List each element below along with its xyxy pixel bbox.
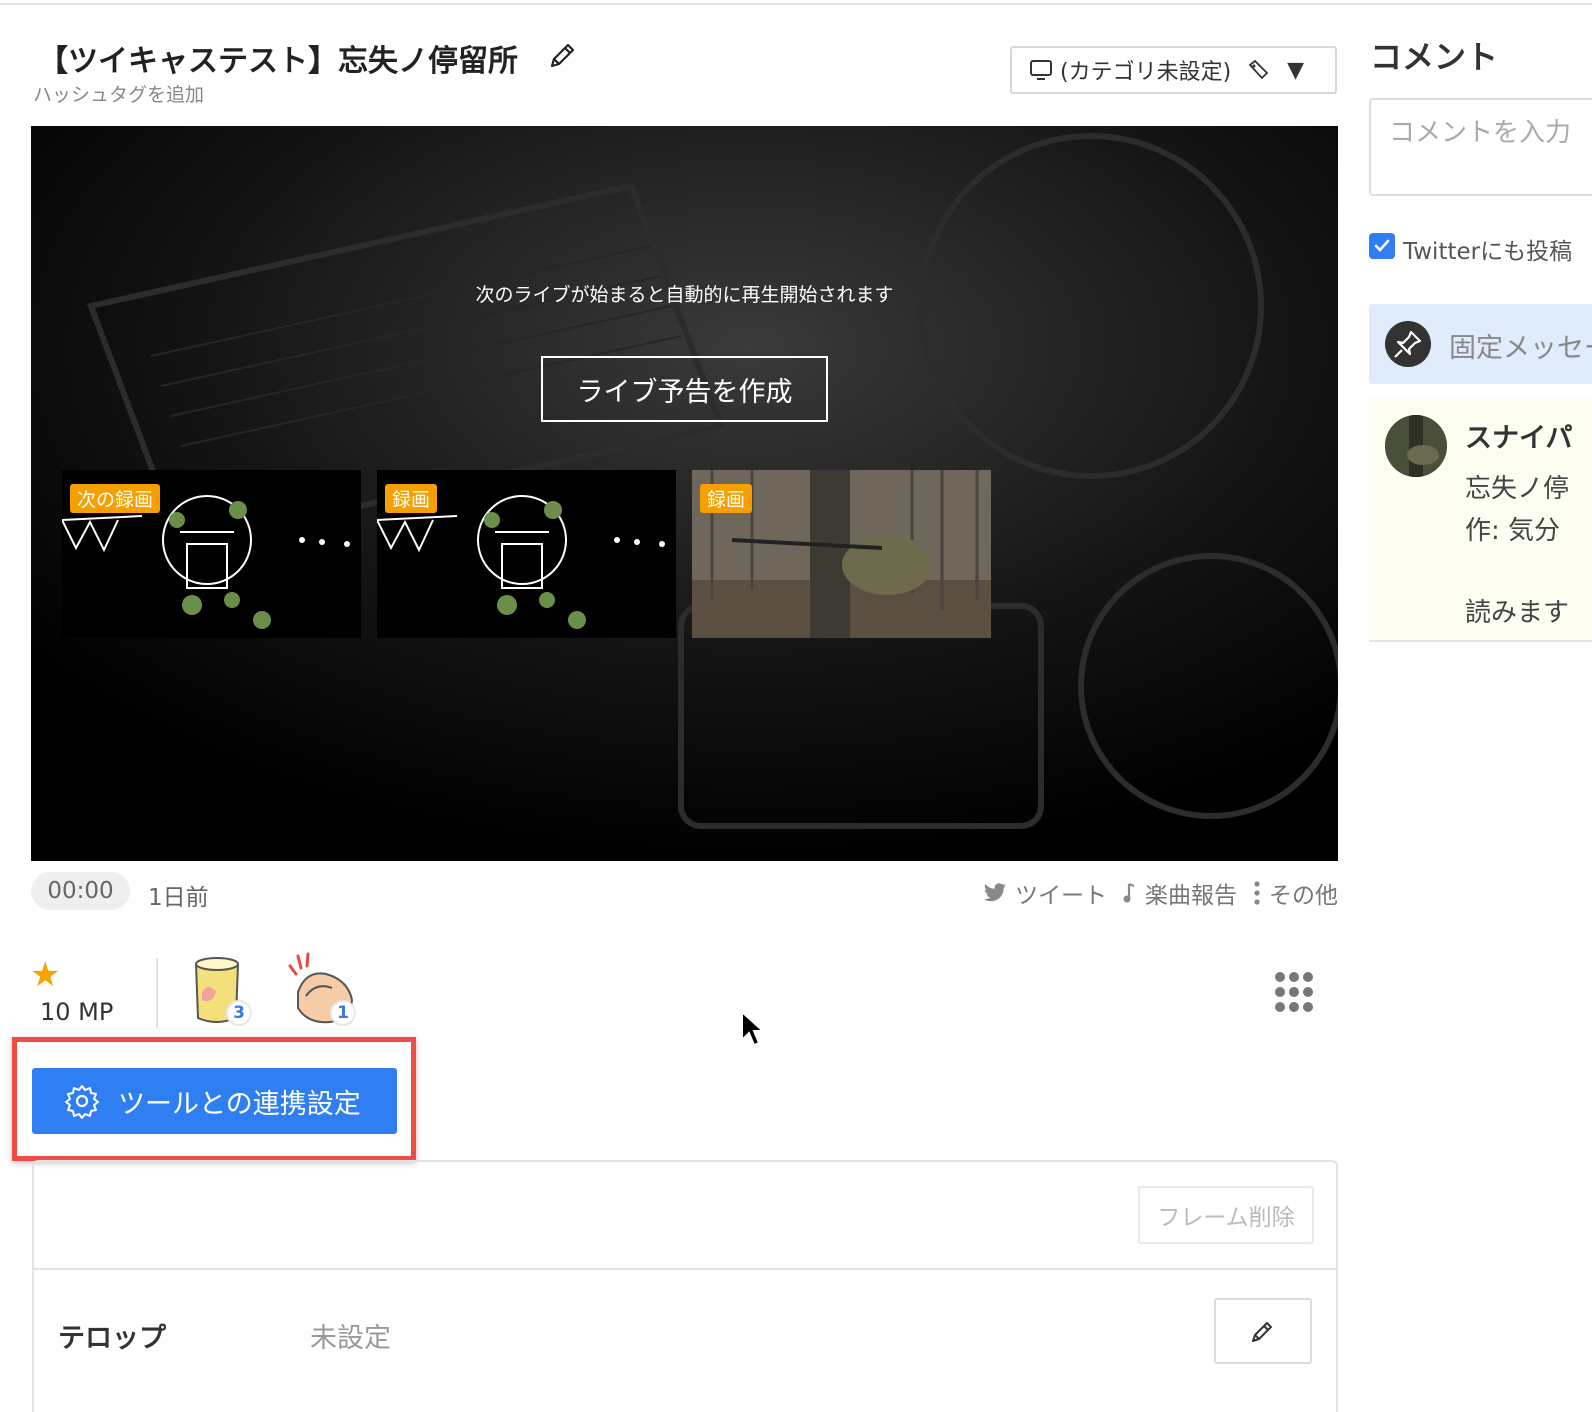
tweet-link[interactable]: ツイート: [983, 876, 1107, 910]
comment-text-line: 忘失ノ停: [1465, 474, 1570, 504]
recording-thumbnail[interactable]: 録画: [377, 470, 676, 638]
pinned-message-label: 固定メッセージ: [1449, 333, 1592, 364]
avatar[interactable]: [1385, 415, 1447, 477]
stream-meta-row: 00:00 1日前 ツイート 楽曲報告 その他: [31, 872, 1338, 912]
thumbnail-tag: 録画: [385, 484, 438, 513]
telop-label: テロップ: [58, 1323, 166, 1354]
comment-item: スナイパ 忘失ノ停 作: 気分 読みます: [1369, 398, 1592, 642]
twitter-post-label[interactable]: Twitterにも投稿: [1403, 232, 1572, 266]
comment-text-line: 読みます: [1465, 598, 1570, 628]
frame-delete-button[interactable]: フレーム削除: [1138, 1186, 1314, 1244]
gear-icon: [65, 1085, 99, 1119]
pin-avatar: [1385, 321, 1431, 367]
tool-integration-settings-button[interactable]: ツールとの連携設定: [32, 1068, 397, 1134]
monitor-icon: [1030, 60, 1052, 80]
comment-text-line: 作: 気分: [1465, 516, 1561, 546]
auto-play-message: 次のライブが始まると自動的に再生開始されます: [475, 284, 894, 306]
gift-item[interactable]: 1: [286, 952, 358, 1030]
frame-telop-panel: フレーム削除 テロップ 未設定: [32, 1160, 1338, 1412]
avatar-image: [1385, 415, 1447, 477]
recording-thumbnail[interactable]: 次の録画: [62, 470, 361, 638]
thumbnail-tag: 録画: [700, 484, 753, 513]
telop-edit-button[interactable]: [1214, 1298, 1312, 1364]
create-live-preview-button[interactable]: ライブ予告を作成: [541, 356, 828, 422]
grid-menu-icon[interactable]: [1272, 970, 1316, 1014]
panel-divider: [34, 1268, 1336, 1270]
more-label: その他: [1269, 883, 1338, 909]
checkmark-icon: [1374, 239, 1390, 252]
pencil-icon: [1252, 1322, 1272, 1342]
twitter-post-checkbox[interactable]: [1369, 233, 1395, 259]
thumbnail-tag: 次の録画: [70, 484, 161, 513]
dropdown-triangle-icon: ▼: [1287, 57, 1305, 83]
comment-user-name[interactable]: スナイパ: [1465, 416, 1572, 455]
song-report-link[interactable]: 楽曲報告: [1123, 876, 1237, 910]
pinned-message-bar[interactable]: 固定メッセージ: [1369, 304, 1592, 384]
category-select[interactable]: (カテゴリ未設定) ▼: [1010, 46, 1337, 94]
tweet-label: ツイート: [1015, 883, 1107, 909]
music-note-icon: [1123, 882, 1135, 903]
tool-icon: [1248, 59, 1269, 80]
top-border: [0, 0, 1592, 5]
vertical-dots-icon: [1254, 881, 1260, 905]
action-links: ツイート 楽曲報告 その他: [967, 876, 1338, 910]
comment-heading: コメント: [1370, 38, 1499, 76]
video-player[interactable]: 次のライブが始まると自動的に再生開始されます ライブ予告を作成 次の録画 録画 …: [31, 126, 1338, 861]
twitter-bird-icon: [984, 883, 1006, 902]
star-icon: ★: [30, 955, 61, 995]
telop-value: 未設定: [310, 1323, 391, 1354]
pencil-icon[interactable]: [546, 38, 580, 72]
gift-count-badge: 3: [226, 1000, 252, 1026]
add-hashtag-link[interactable]: ハッシュタグを追加: [33, 80, 204, 107]
song-report-label: 楽曲報告: [1145, 883, 1237, 909]
stream-title: 【ツイキャステスト】忘失ノ停留所: [38, 44, 518, 79]
elapsed-time: 00:00: [31, 872, 130, 910]
category-label: (カテゴリ未設定): [1060, 60, 1232, 85]
recording-thumbnail[interactable]: 録画: [692, 470, 991, 638]
tool-integration-settings-label: ツールとの連携設定: [118, 1088, 361, 1120]
gift-divider: [156, 958, 158, 1028]
mp-value: 10 MP: [40, 998, 114, 1026]
more-menu-link[interactable]: その他: [1253, 876, 1338, 910]
gift-item[interactable]: 3: [186, 952, 258, 1030]
comment-input[interactable]: コメントを入力: [1369, 98, 1592, 196]
mouse-cursor-icon: [741, 1010, 766, 1047]
pushpin-icon: [1394, 330, 1422, 358]
time-ago: 1日前: [148, 885, 209, 911]
gift-count-badge: 1: [330, 1000, 356, 1026]
